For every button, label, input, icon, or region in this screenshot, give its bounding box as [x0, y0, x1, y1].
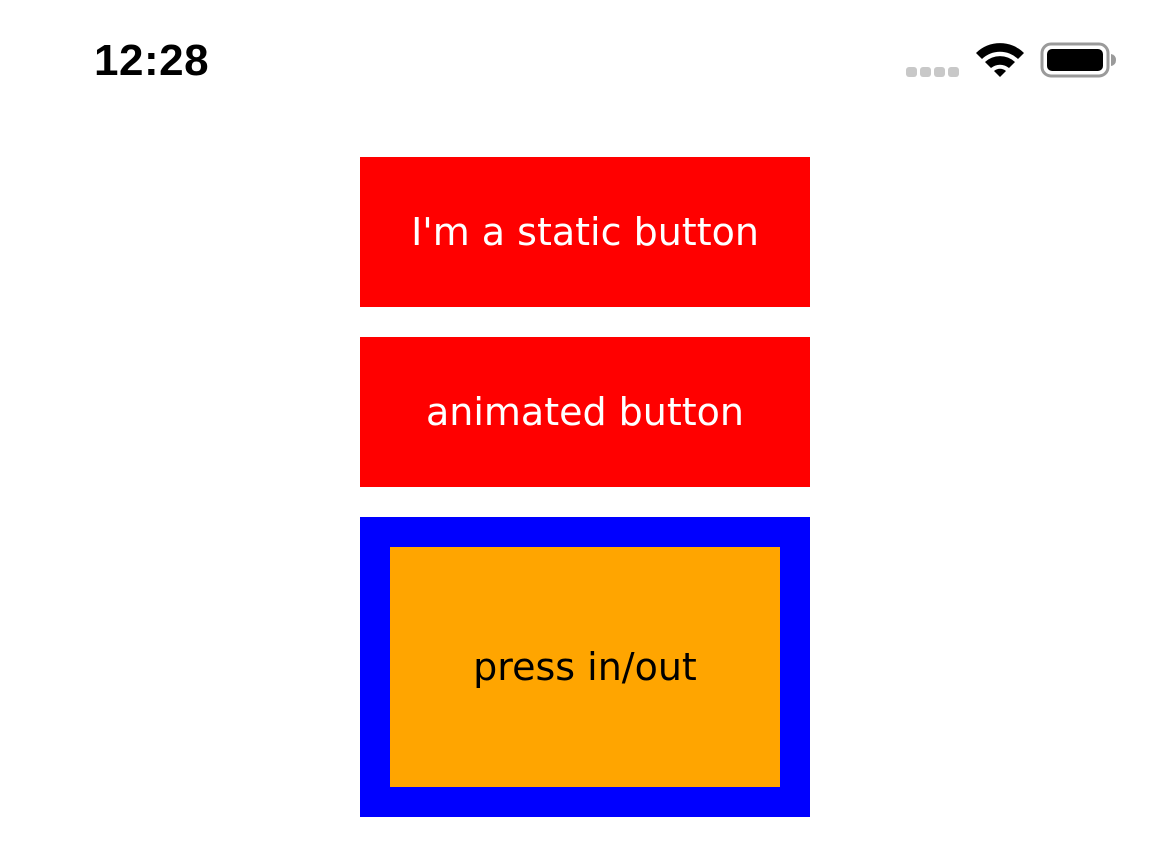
animated-button-label: animated button: [425, 390, 745, 434]
status-bar: 12:28: [0, 0, 1168, 120]
static-button-label: I'm a static button: [411, 210, 759, 254]
press-in-out-button[interactable]: press in/out: [390, 547, 780, 787]
animated-button[interactable]: animated button: [360, 337, 810, 487]
press-button-frame: press in/out: [360, 517, 810, 817]
static-button[interactable]: I'm a static button: [360, 157, 810, 307]
battery-icon: [1040, 42, 1116, 78]
status-time: 12:28: [94, 36, 210, 85]
wifi-icon: [976, 43, 1024, 77]
cellular-signal-icon: [906, 67, 960, 77]
press-button-label: press in/out: [473, 645, 697, 689]
